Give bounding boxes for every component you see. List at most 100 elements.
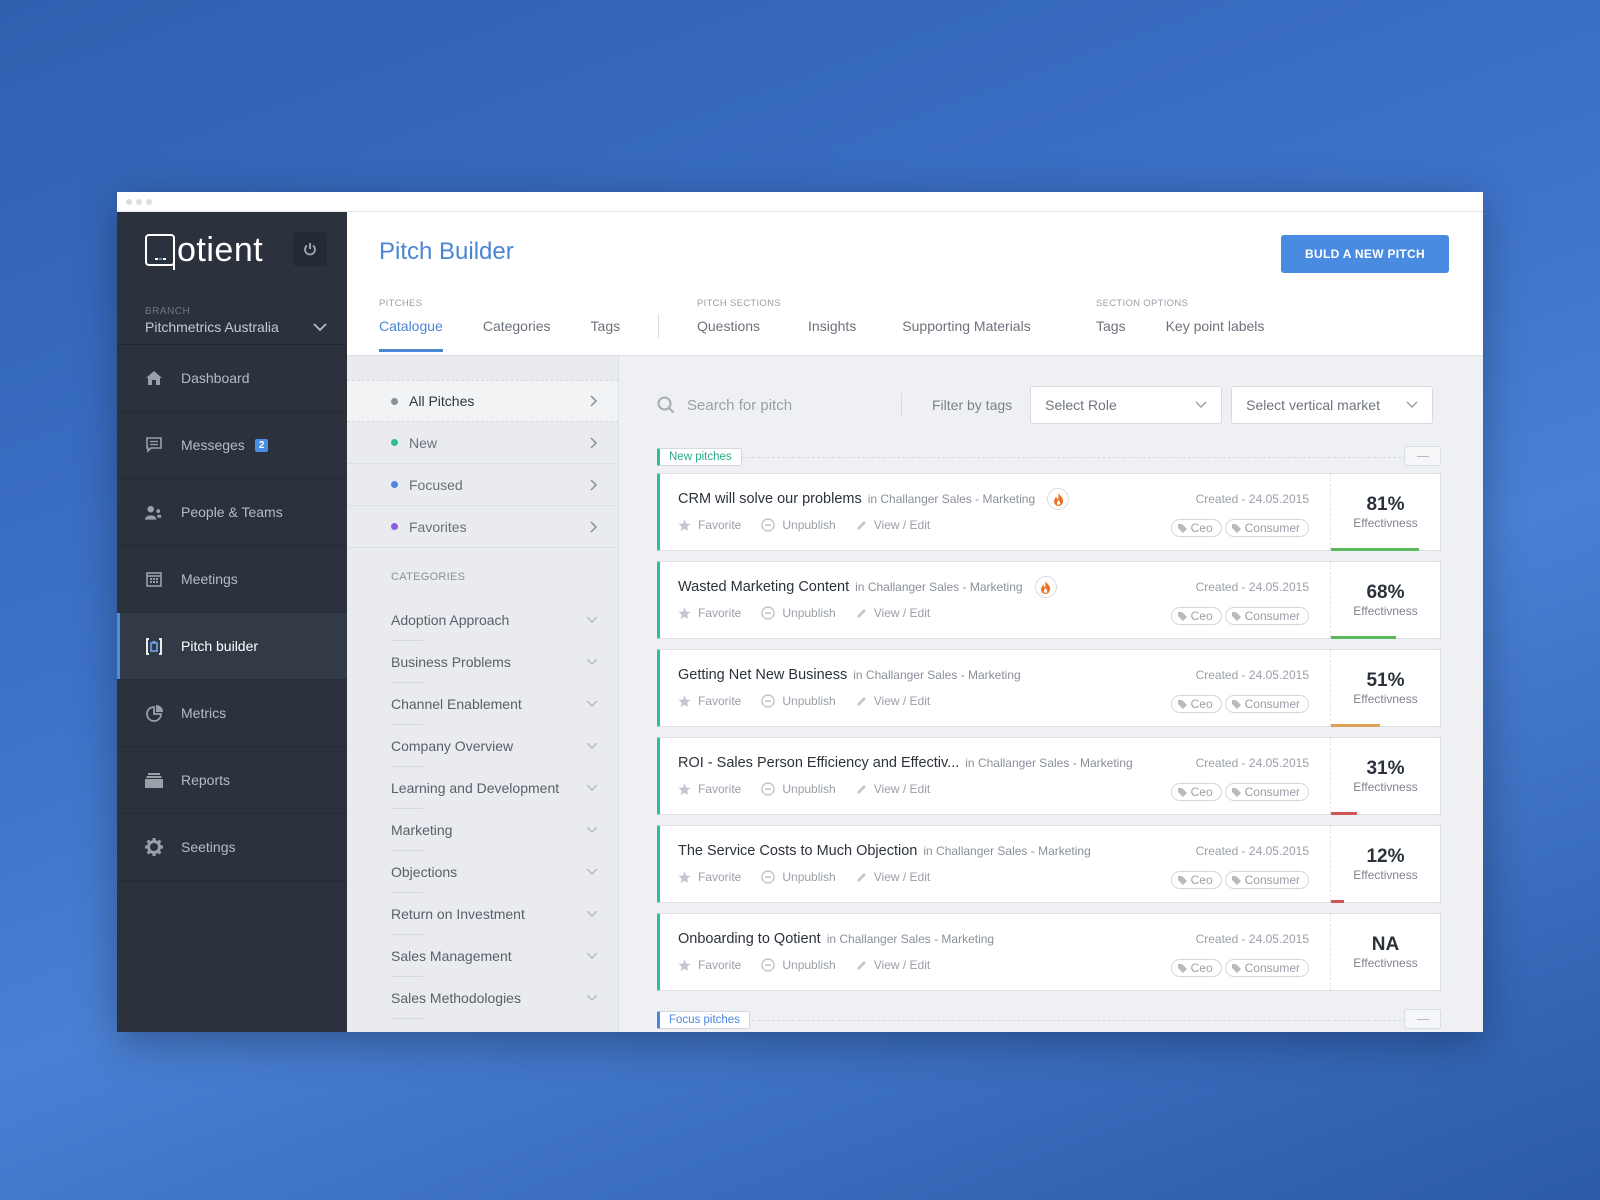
pitch-card[interactable]: Wasted Marketing Content in Challanger S… (657, 561, 1441, 639)
sidebar-item-reports[interactable]: Reports (117, 747, 347, 814)
branch-label: BRANCH (145, 306, 191, 317)
category-item[interactable]: Learning and Development (391, 767, 598, 809)
unpublish-button[interactable]: Unpublish (761, 782, 836, 796)
tab-catalogue[interactable]: Catalogue (379, 318, 443, 352)
tab-insights[interactable]: Insights (808, 318, 856, 352)
window-dot[interactable] (136, 198, 142, 205)
filter-item-all-pitches[interactable]: All Pitches (347, 380, 618, 422)
select-market-dropdown[interactable]: Select vertical market (1231, 386, 1434, 424)
favorite-button[interactable]: Favorite (678, 694, 741, 708)
filter-label: Favorites (409, 518, 467, 535)
category-item[interactable]: Business Problems (391, 641, 598, 683)
tab-section-tags[interactable]: Tags (1096, 318, 1126, 352)
filter-item-favorites[interactable]: Favorites (347, 506, 618, 548)
filter-item-new[interactable]: New (347, 422, 618, 464)
select-role-dropdown[interactable]: Select Role (1030, 386, 1223, 424)
view-edit-button[interactable]: View / Edit (856, 606, 930, 620)
sidebar-item-people-teams[interactable]: People & Teams (117, 479, 347, 546)
effectiveness-panel: NA Effectivness (1330, 914, 1440, 990)
category-label: Sales Management (391, 948, 512, 964)
window-dot[interactable] (126, 198, 132, 205)
tag-chip[interactable]: Consumer (1224, 519, 1309, 537)
view-edit-button[interactable]: View / Edit (856, 694, 930, 708)
unpublish-button[interactable]: Unpublish (761, 958, 836, 972)
sidebar-item-meetings[interactable]: Meetings (117, 546, 347, 613)
message-count-badge: 2 (254, 438, 269, 452)
search-input[interactable] (687, 396, 887, 414)
view-edit-button[interactable]: View / Edit (856, 870, 930, 884)
window-dot[interactable] (146, 198, 152, 205)
category-item[interactable]: Channel Enablement (391, 683, 598, 725)
favorite-button[interactable]: Favorite (678, 606, 741, 620)
tag-chip[interactable]: Ceo (1170, 695, 1222, 713)
tag-chip[interactable]: Ceo (1170, 783, 1222, 801)
tag-chip[interactable]: Ceo (1170, 607, 1222, 625)
unpublish-button[interactable]: Unpublish (761, 694, 836, 708)
power-button[interactable] (293, 232, 327, 266)
filter-item-focused[interactable]: Focused (347, 464, 618, 506)
sidebar-item-seetings[interactable]: Seetings (117, 814, 347, 881)
sidebar-item-metrics[interactable]: Metrics (117, 680, 347, 747)
category-item[interactable]: Return on Investment (391, 893, 598, 935)
select-market-value: Select vertical market (1246, 397, 1380, 413)
tab-tags[interactable]: Tags (591, 318, 621, 352)
tag-chip[interactable]: Consumer (1224, 695, 1309, 713)
sidebar-item-label: Pitch builder (181, 638, 259, 654)
tag-chip[interactable]: Ceo (1170, 959, 1222, 977)
pitch-title[interactable]: Getting Net New Business (678, 667, 847, 683)
unpublish-button[interactable]: Unpublish (761, 518, 836, 532)
build-new-pitch-button[interactable]: BULD A NEW PITCH (1281, 235, 1449, 273)
tab-supporting-materials[interactable]: Supporting Materials (902, 318, 1030, 352)
tag-chip[interactable]: Consumer (1224, 607, 1309, 625)
unpublish-button[interactable]: Unpublish (761, 870, 836, 884)
category-item[interactable]: Adoption Approach (391, 599, 598, 641)
effectiveness-value: 51% (1366, 670, 1405, 691)
category-item[interactable]: Sales Management (391, 935, 598, 977)
category-item[interactable]: Marketing (391, 809, 598, 851)
favorite-button[interactable]: Favorite (678, 870, 741, 884)
view-edit-button[interactable]: View / Edit (856, 958, 930, 972)
category-item[interactable]: Objections (391, 851, 598, 893)
favorite-button[interactable]: Favorite (678, 782, 741, 796)
section-divider (737, 457, 1441, 458)
home-icon (145, 369, 163, 387)
pitch-card[interactable]: Onboarding to Qotient in Challanger Sale… (657, 913, 1441, 991)
tag-chip[interactable]: Consumer (1224, 871, 1309, 889)
category-item[interactable]: Sales Methodologies (391, 977, 598, 1019)
tag-chip[interactable]: Consumer (1224, 959, 1309, 977)
favorite-button[interactable]: Favorite (678, 958, 741, 972)
sidebar-item-messeges[interactable]: Messeges 2 (117, 412, 347, 479)
unpublish-button[interactable]: Unpublish (761, 606, 836, 620)
tag-icon (1231, 963, 1241, 973)
pitch-title[interactable]: ROI - Sales Person Efficiency and Effect… (678, 755, 959, 771)
pitch-card[interactable]: CRM will solve our problems in Challange… (657, 473, 1441, 551)
tab-categories[interactable]: Categories (483, 318, 551, 352)
favorite-button[interactable]: Favorite (678, 518, 741, 532)
branch-selector[interactable]: Pitchmetrics Australia (145, 319, 327, 335)
pitch-title[interactable]: CRM will solve our problems (678, 491, 862, 507)
tag-chip[interactable]: Ceo (1170, 519, 1222, 537)
tab-key-point-labels[interactable]: Key point labels (1166, 318, 1265, 352)
effectiveness-label: Effectivness (1353, 692, 1418, 706)
pitch-main: Onboarding to Qotient in Challanger Sale… (660, 914, 1330, 990)
sidebar-item-dashboard[interactable]: Dashboard (117, 345, 347, 412)
view-edit-button[interactable]: View / Edit (856, 518, 930, 532)
pitch-card[interactable]: ROI - Sales Person Efficiency and Effect… (657, 737, 1441, 815)
pitch-title[interactable]: Wasted Marketing Content (678, 579, 849, 595)
pitch-title[interactable]: Onboarding to Qotient (678, 931, 821, 947)
sidebar-item-pitch-builder[interactable]: Pitch builder (117, 613, 347, 680)
view-edit-label: View / Edit (873, 870, 931, 884)
tag-icon (1231, 787, 1241, 797)
tag-icon (1177, 787, 1187, 797)
tag-chip[interactable]: Consumer (1224, 783, 1309, 801)
people-icon (145, 503, 163, 521)
collapse-button[interactable] (1404, 1009, 1441, 1029)
tab-questions[interactable]: Questions (697, 318, 760, 352)
pitch-title[interactable]: The Service Costs to Much Objection (678, 843, 917, 859)
pitch-card[interactable]: The Service Costs to Much Objection in C… (657, 825, 1441, 903)
view-edit-button[interactable]: View / Edit (856, 782, 930, 796)
category-item[interactable]: Company Overview (391, 725, 598, 767)
pitch-card[interactable]: Getting Net New Business in Challanger S… (657, 649, 1441, 727)
tag-chip[interactable]: Ceo (1170, 871, 1222, 889)
collapse-button[interactable] (1404, 446, 1441, 466)
